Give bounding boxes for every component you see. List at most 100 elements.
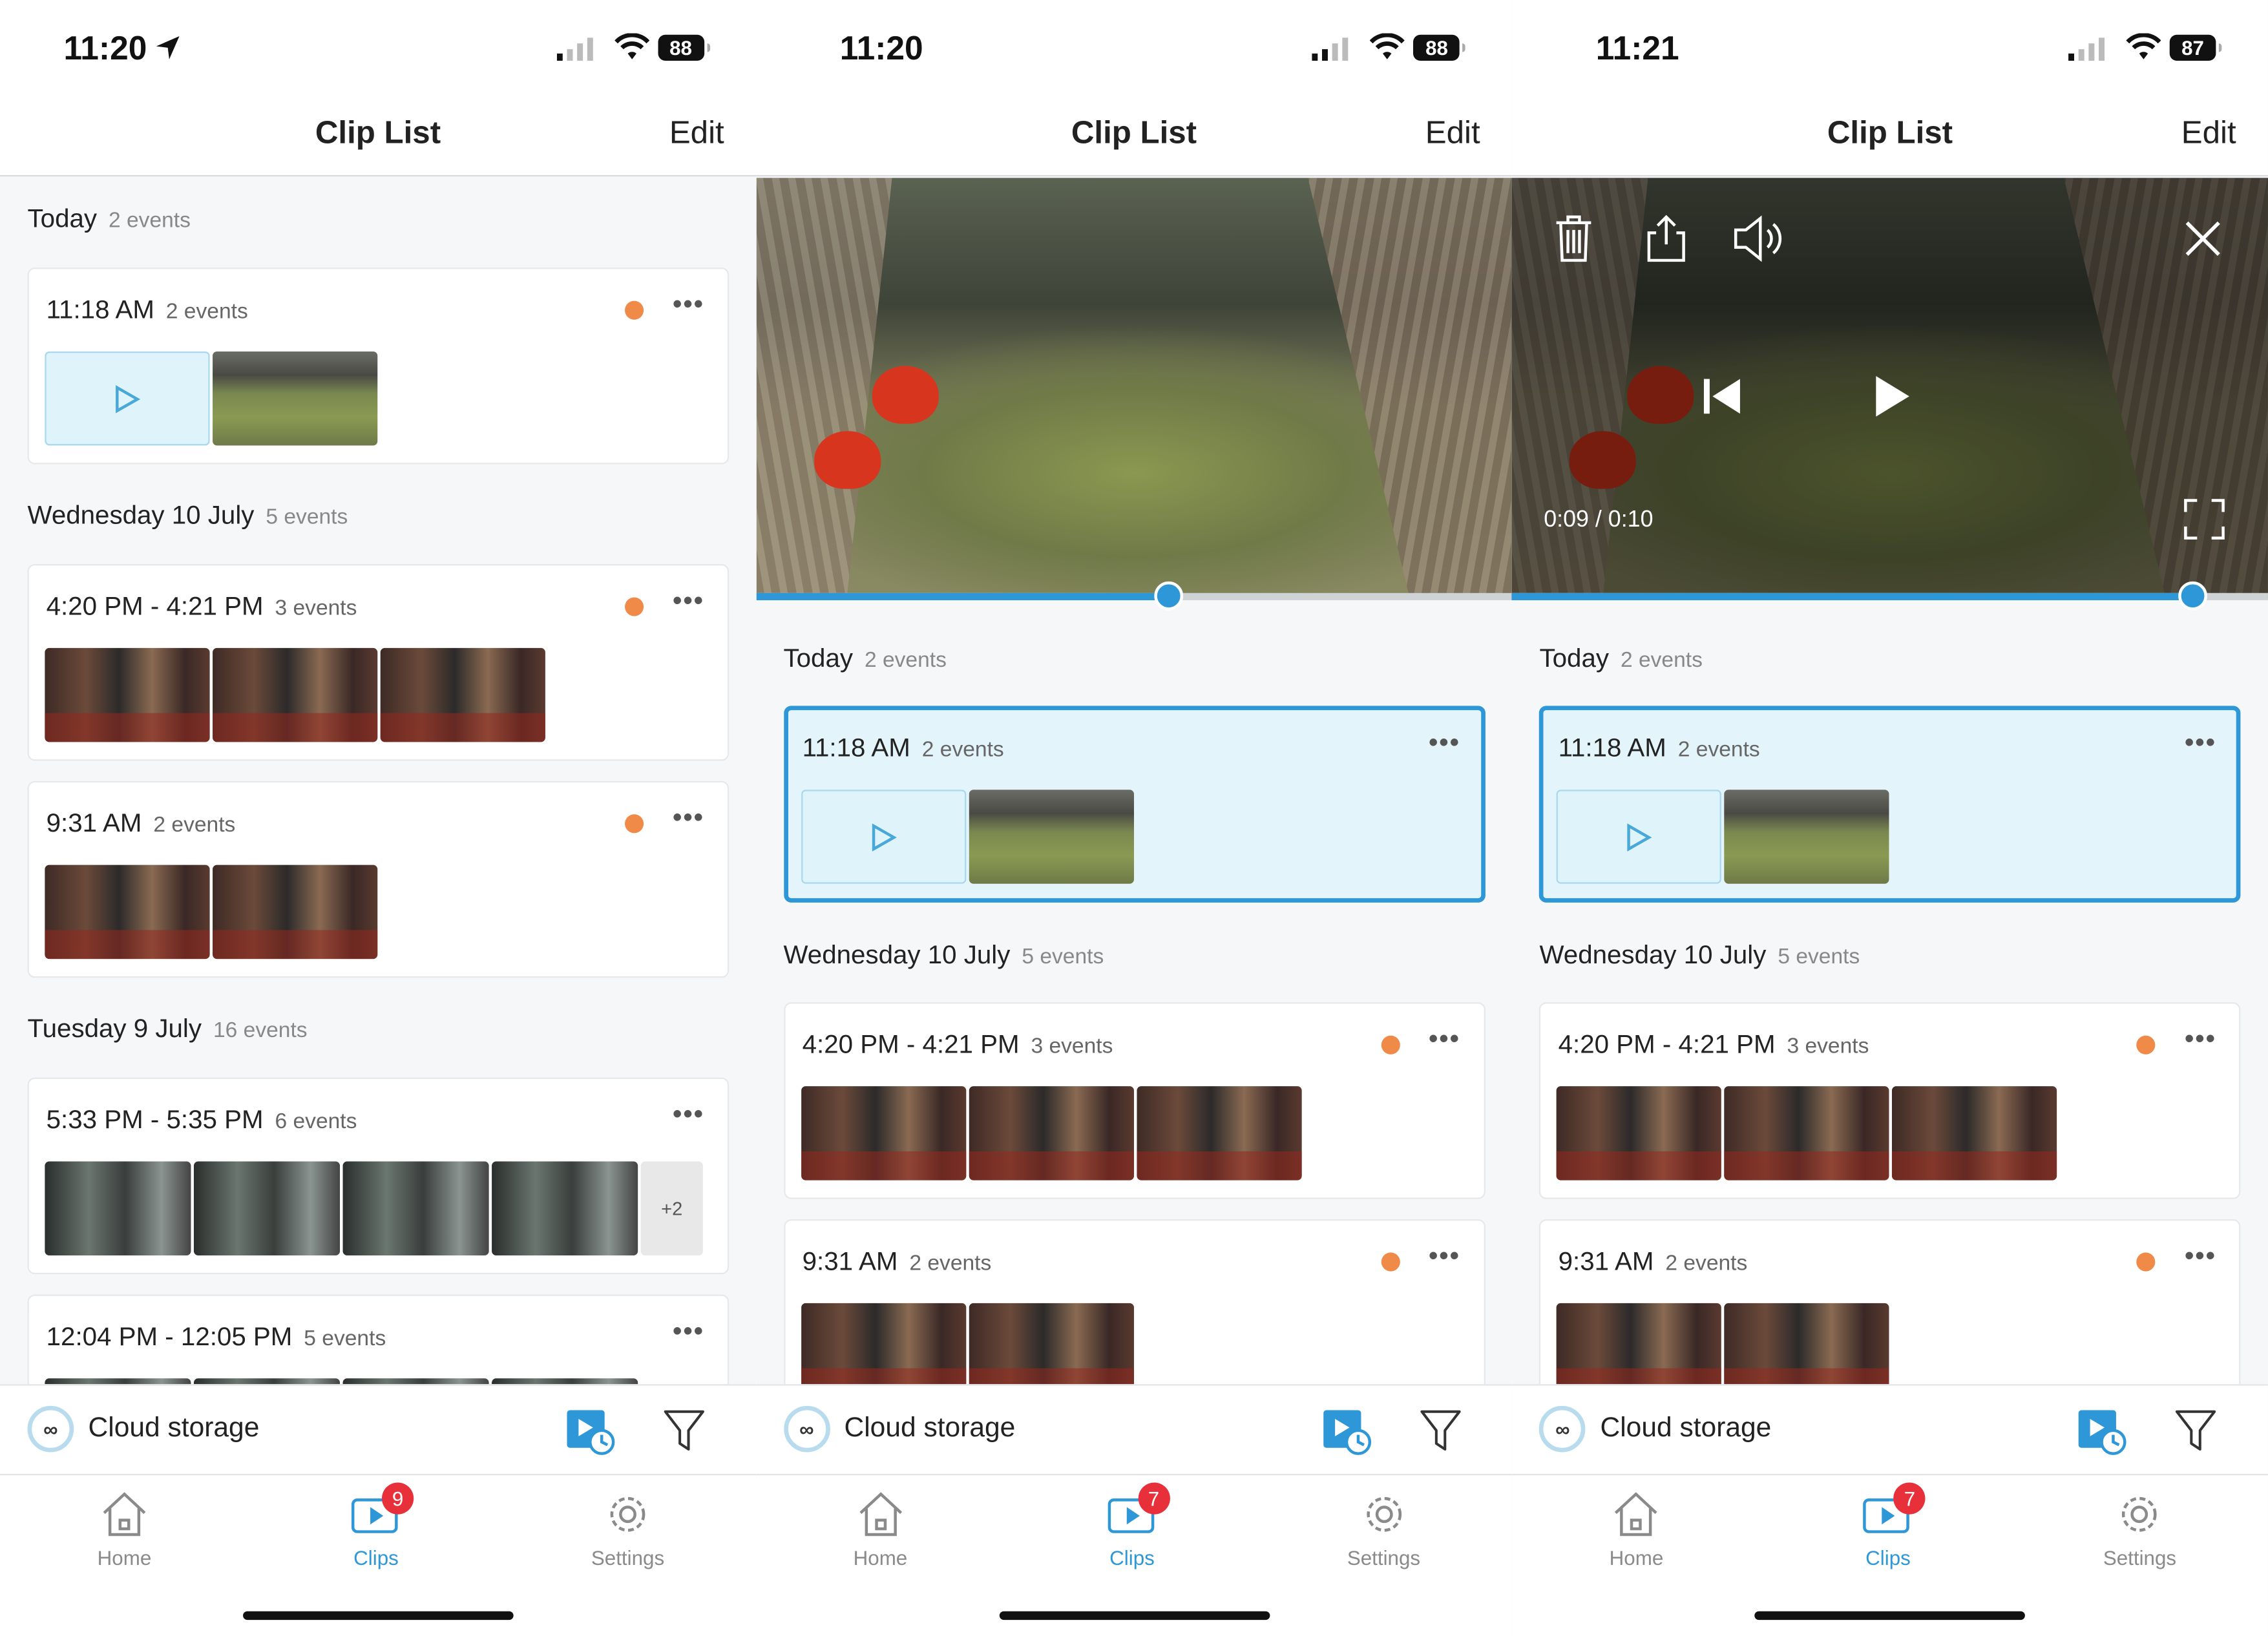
tab-home[interactable]: Home <box>37 1488 211 1569</box>
tab-clips[interactable]: 7 Clips <box>1801 1482 1975 1569</box>
clip-thumbnail[interactable] <box>193 1378 341 1385</box>
more-options-button[interactable]: ••• <box>673 586 704 616</box>
more-options-button[interactable]: ••• <box>1429 1024 1460 1054</box>
battery-indicator: 88 <box>1413 34 1466 61</box>
video-controls-overlay[interactable]: 0:09 / 0:10 <box>1511 178 2268 593</box>
event-dot <box>625 300 644 320</box>
more-options-button[interactable]: ••• <box>2185 728 2216 758</box>
location-arrow-icon <box>156 36 180 59</box>
tab-clips[interactable]: 7 Clips <box>1045 1482 1219 1569</box>
clip-thumbnail[interactable] <box>213 351 378 446</box>
clip-list[interactable]: Today 2 events 11:18 AM 2 events ••• Wedne… <box>0 178 756 1385</box>
tab-settings[interactable]: Settings <box>541 1488 715 1569</box>
clip-thumbnail[interactable] <box>213 865 378 960</box>
play-thumbnail[interactable] <box>45 351 210 446</box>
clip-calendar-icon[interactable] <box>2076 1407 2128 1456</box>
clip-thumbnail[interactable] <box>342 1378 489 1385</box>
clip-thumbnail[interactable] <box>969 1303 1134 1385</box>
clip-thumbnail[interactable] <box>1892 1086 2057 1180</box>
clip-thumbnail[interactable] <box>492 1161 638 1256</box>
edit-button[interactable]: Edit <box>1425 114 1480 152</box>
close-icon[interactable] <box>2183 218 2224 259</box>
more-options-button[interactable]: ••• <box>2185 1241 2216 1272</box>
more-options-button[interactable]: ••• <box>673 802 704 833</box>
clip-thumbnail[interactable] <box>492 1378 638 1385</box>
clip-calendar-icon[interactable] <box>564 1407 616 1456</box>
cloud-storage-bar[interactable]: ∞ Cloud storage <box>755 1384 1512 1476</box>
more-options-button[interactable]: ••• <box>673 1099 704 1129</box>
clip-thumbnail[interactable] <box>969 790 1134 884</box>
nav-bar: Clip List Edit <box>0 89 756 177</box>
clip-card[interactable]: 9:31 AM 2 events ••• <box>783 1219 1486 1385</box>
tab-home[interactable]: Home <box>793 1488 967 1569</box>
share-icon[interactable] <box>1645 213 1688 265</box>
infinity-icon: ∞ <box>1539 1405 1586 1452</box>
clip-thumbnail[interactable] <box>380 647 545 742</box>
clip-thumbnail[interactable] <box>45 647 210 742</box>
clip-calendar-icon[interactable] <box>1320 1407 1372 1456</box>
clip-thumbnail[interactable] <box>1136 1086 1301 1180</box>
clip-card[interactable]: 9:31 AM 2 events ••• <box>27 781 730 978</box>
clip-card[interactable]: 9:31 AM 2 events ••• <box>1539 1219 2242 1385</box>
play-thumbnail[interactable] <box>801 790 966 884</box>
clip-thumbnail[interactable] <box>213 647 378 742</box>
clip-thumbnail[interactable] <box>1725 1086 1890 1180</box>
clip-thumbnail[interactable] <box>969 1086 1134 1180</box>
tab-settings[interactable]: Settings <box>1297 1488 1471 1569</box>
filter-icon[interactable] <box>1418 1407 1462 1454</box>
clip-list[interactable]: Today 2 events 11:18 AM 2 events ••• Wedne… <box>1512 600 2268 1385</box>
fullscreen-icon[interactable] <box>2183 498 2227 541</box>
skip-back-icon[interactable] <box>1700 375 1747 418</box>
clip-card[interactable]: 4:20 PM - 4:21 PM 3 events ••• <box>1539 1002 2242 1199</box>
clip-thumbnail[interactable] <box>801 1086 966 1180</box>
tab-settings[interactable]: Settings <box>2053 1488 2227 1569</box>
speaker-icon[interactable] <box>1732 213 1790 265</box>
clip-thumbnail[interactable] <box>45 865 210 960</box>
tab-home[interactable]: Home <box>1549 1488 1723 1569</box>
status-bar: 11:20 88 <box>755 0 1512 90</box>
video-progress-bar[interactable] <box>1511 581 2268 611</box>
play-icon[interactable] <box>1871 372 1914 421</box>
cloud-storage-bar[interactable]: ∞ Cloud storage <box>1511 1384 2268 1476</box>
edit-button[interactable]: Edit <box>669 114 724 152</box>
clip-list[interactable]: Today 2 events 11:18 AM 2 events ••• Wedne… <box>756 600 1512 1385</box>
video-progress-bar[interactable] <box>755 581 1512 611</box>
clip-thumbnail[interactable] <box>1725 790 1890 884</box>
clip-card-selected[interactable]: 11:18 AM 2 events ••• <box>783 706 1486 903</box>
clip-thumbnail[interactable] <box>1557 1086 1722 1180</box>
more-options-button[interactable]: ••• <box>673 289 704 320</box>
clip-thumbnail[interactable] <box>45 1378 191 1385</box>
clip-card[interactable]: 4:20 PM - 4:21 PM 3 events ••• <box>783 1002 1486 1199</box>
group-header-today: Today 2 events <box>27 204 191 233</box>
more-options-button[interactable]: ••• <box>2185 1024 2216 1054</box>
clip-thumbnail[interactable] <box>342 1161 489 1256</box>
status-time: 11:20 <box>63 28 147 67</box>
tab-clips[interactable]: 9 Clips <box>289 1482 463 1569</box>
edit-button[interactable]: Edit <box>2181 114 2236 152</box>
clip-card[interactable]: 11:18 AM 2 events ••• <box>27 267 730 465</box>
page-title: Clip List <box>315 114 441 151</box>
cloud-storage-bar[interactable]: ∞ Cloud storage <box>0 1384 756 1476</box>
more-options-button[interactable]: ••• <box>1429 728 1460 758</box>
trash-icon[interactable] <box>1553 213 1596 265</box>
red-chair <box>814 431 881 489</box>
clip-thumbnail[interactable] <box>801 1303 966 1385</box>
more-options-button[interactable]: ••• <box>673 1316 704 1347</box>
cloud-storage-label: Cloud storage <box>844 1413 1016 1444</box>
filter-icon[interactable] <box>2174 1407 2218 1454</box>
more-options-button[interactable]: ••• <box>1429 1241 1460 1272</box>
filter-icon[interactable] <box>662 1407 706 1454</box>
group-header-today: Today 2 events <box>783 644 947 673</box>
clip-thumbnail[interactable] <box>193 1161 341 1256</box>
clip-card[interactable]: 5:33 PM - 5:35 PM 6 events ••• +2 <box>27 1077 730 1275</box>
play-thumbnail[interactable] <box>1557 790 1722 884</box>
clip-card-selected[interactable]: 11:18 AM 2 events ••• <box>1539 706 2242 903</box>
clip-thumbnail[interactable] <box>1725 1303 1890 1385</box>
clip-thumbnail[interactable] <box>1557 1303 1722 1385</box>
clip-card[interactable]: 12:04 PM - 12:05 PM 5 events ••• <box>27 1294 730 1385</box>
video-player[interactable] <box>755 178 1512 599</box>
more-clips-tile[interactable]: +2 <box>640 1161 703 1256</box>
nav-bar: Clip List Edit <box>1511 89 2268 177</box>
clip-card[interactable]: 4:20 PM - 4:21 PM 3 events ••• <box>27 564 730 761</box>
clip-thumbnail[interactable] <box>45 1161 191 1256</box>
